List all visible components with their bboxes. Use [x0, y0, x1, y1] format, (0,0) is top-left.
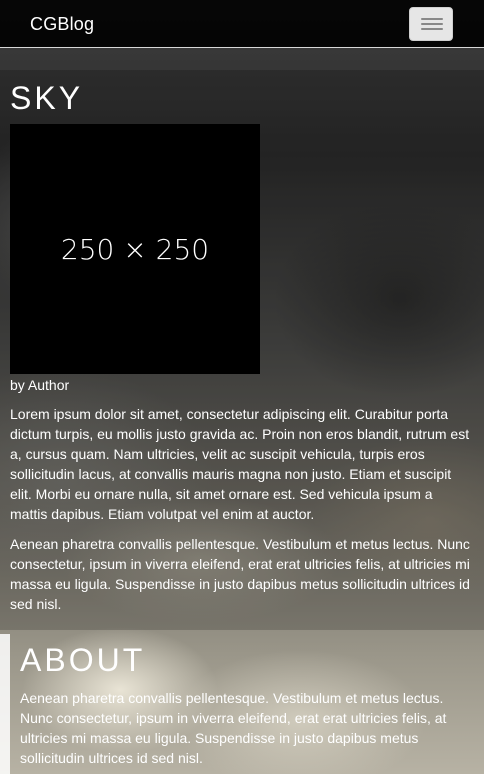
post-image-placeholder: 250 × 250 [10, 124, 260, 374]
about-accent-bar [0, 634, 10, 774]
hamburger-menu-icon [421, 18, 443, 20]
about-title: ABOUT [20, 642, 146, 678]
placeholder-size-label: 250 × 250 [60, 232, 210, 266]
post-author-byline: by Author [10, 377, 70, 393]
about-section: ABOUT Aenean pharetra convallis pellente… [0, 634, 484, 774]
top-navbar: CGBlog [0, 0, 484, 48]
post-paragraph: Lorem ipsum dolor sit amet, consectetur … [10, 406, 470, 522]
post-title: SKY [10, 80, 84, 116]
hamburger-menu-icon [421, 23, 443, 25]
post-paragraph: Aenean pharetra convallis pellentesque. … [10, 536, 470, 612]
hamburger-menu-icon [421, 28, 443, 30]
navbar-toggle-button[interactable] [409, 7, 453, 41]
about-text: Aenean pharetra convallis pellentesque. … [20, 690, 447, 766]
brand-link[interactable]: CGBlog [30, 14, 94, 35]
